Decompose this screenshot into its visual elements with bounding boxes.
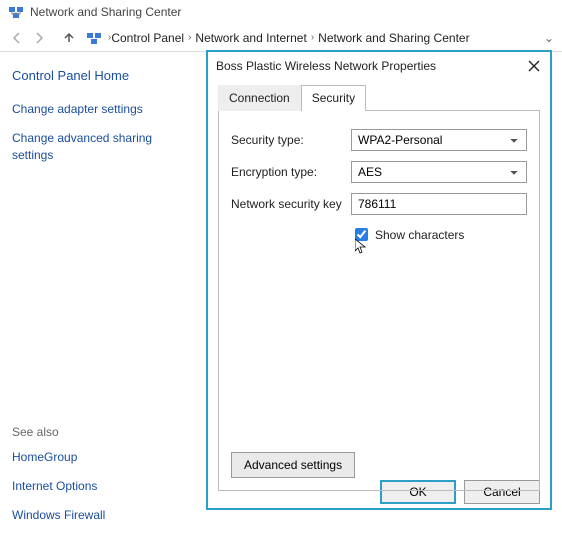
- dialog-titlebar[interactable]: Boss Plastic Wireless Network Properties: [208, 52, 550, 80]
- back-button[interactable]: [8, 29, 26, 47]
- sidebar-heading[interactable]: Control Panel Home: [12, 68, 188, 83]
- cursor-icon: [355, 239, 367, 258]
- breadcrumb-item[interactable]: Control Panel: [111, 31, 184, 45]
- dialog-tabs: Connection Security: [218, 84, 540, 111]
- network-key-label: Network security key: [231, 197, 351, 211]
- show-characters-checkbox[interactable]: [355, 228, 368, 241]
- advanced-settings-button[interactable]: Advanced settings: [231, 452, 355, 478]
- show-characters-label: Show characters: [375, 228, 464, 242]
- sidebar-link-adapter-settings[interactable]: Change adapter settings: [12, 101, 188, 118]
- network-properties-dialog: Boss Plastic Wireless Network Properties…: [206, 50, 552, 510]
- chevron-down-icon[interactable]: ⌄: [544, 31, 554, 45]
- dialog-title: Boss Plastic Wireless Network Properties: [216, 59, 436, 73]
- encryption-type-select[interactable]: AES: [351, 161, 527, 183]
- see-also-heading: See also: [12, 425, 188, 439]
- sidebar-link-internet-options[interactable]: Internet Options: [12, 478, 188, 495]
- sidebar-link-homegroup[interactable]: HomeGroup: [12, 449, 188, 466]
- sidebar-link-advanced-sharing[interactable]: Change advanced sharing settings: [12, 130, 188, 164]
- encryption-type-label: Encryption type:: [231, 165, 351, 179]
- network-key-input[interactable]: [351, 193, 527, 215]
- tab-security[interactable]: Security: [301, 85, 366, 111]
- security-type-select[interactable]: WPA2-Personal: [351, 129, 527, 151]
- close-icon[interactable]: [526, 58, 542, 74]
- chevron-right-icon[interactable]: ›: [188, 32, 191, 43]
- breadcrumb-item[interactable]: Network and Sharing Center: [318, 31, 469, 45]
- network-sharing-center-icon: [8, 4, 24, 20]
- breadcrumb-item[interactable]: Network and Internet: [195, 31, 306, 45]
- breadcrumb: Control Panel › Network and Internet › N…: [111, 31, 469, 45]
- window-title-bar: Network and Sharing Center: [0, 0, 562, 24]
- window-title: Network and Sharing Center: [30, 5, 181, 19]
- security-type-label: Security type:: [231, 133, 351, 147]
- tab-connection[interactable]: Connection: [218, 85, 301, 111]
- up-button[interactable]: [60, 29, 78, 47]
- sidebar: Control Panel Home Change adapter settin…: [0, 52, 200, 543]
- security-tab-panel: Security type: WPA2-Personal Encryption …: [218, 111, 540, 491]
- sidebar-link-windows-firewall[interactable]: Windows Firewall: [12, 507, 188, 524]
- main-pane: Boss Plastic Wireless Network Properties…: [200, 52, 562, 543]
- chevron-right-icon[interactable]: ›: [311, 32, 314, 43]
- forward-button[interactable]: [30, 29, 48, 47]
- navigation-bar: › Control Panel › Network and Internet ›…: [0, 24, 562, 52]
- breadcrumb-root-icon[interactable]: [86, 30, 102, 46]
